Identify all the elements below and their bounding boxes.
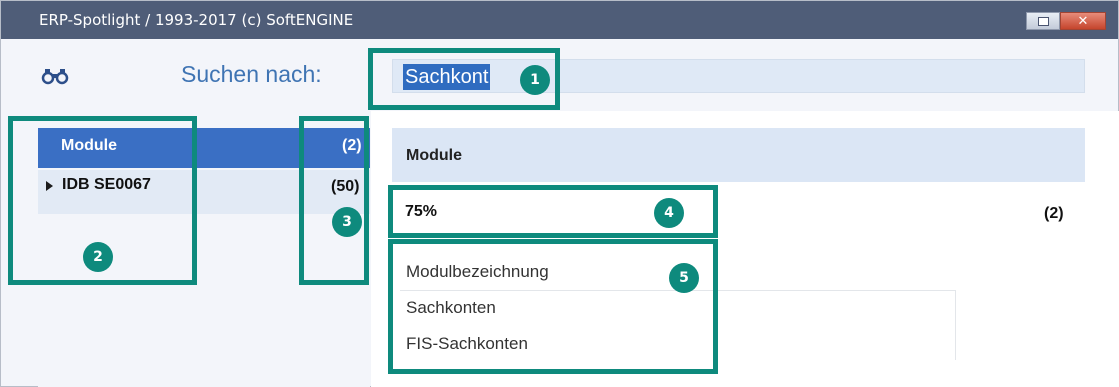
search-label: Suchen nach: (181, 61, 322, 87)
callout-badge-4: 4 (654, 198, 684, 228)
close-button[interactable]: ✕ (1060, 12, 1106, 30)
window-title: ERP-Spotlight / 1993-2017 (c) SoftENGINE (39, 11, 354, 29)
callout-badge-1: 1 (520, 65, 550, 95)
callout-box-3 (299, 116, 369, 285)
result-header (392, 128, 1085, 182)
erp-spotlight-window: ERP-Spotlight / 1993-2017 (c) SoftENGINE… (0, 0, 1119, 387)
window-controls: ✕ (1026, 12, 1106, 30)
title-bar: ERP-Spotlight / 1993-2017 (c) SoftENGINE… (1, 1, 1118, 39)
callout-badge-2: 2 (83, 242, 113, 272)
restore-button[interactable] (1026, 12, 1060, 30)
callout-badge-5: 5 (669, 263, 699, 293)
restore-icon (1037, 16, 1049, 26)
callout-badge-3: 3 (332, 207, 362, 237)
binoculars-icon (41, 69, 69, 85)
result-header-label: Module (406, 147, 462, 164)
match-count: (2) (1044, 205, 1064, 222)
close-icon: ✕ (1077, 13, 1089, 29)
callout-box-5 (388, 239, 718, 374)
